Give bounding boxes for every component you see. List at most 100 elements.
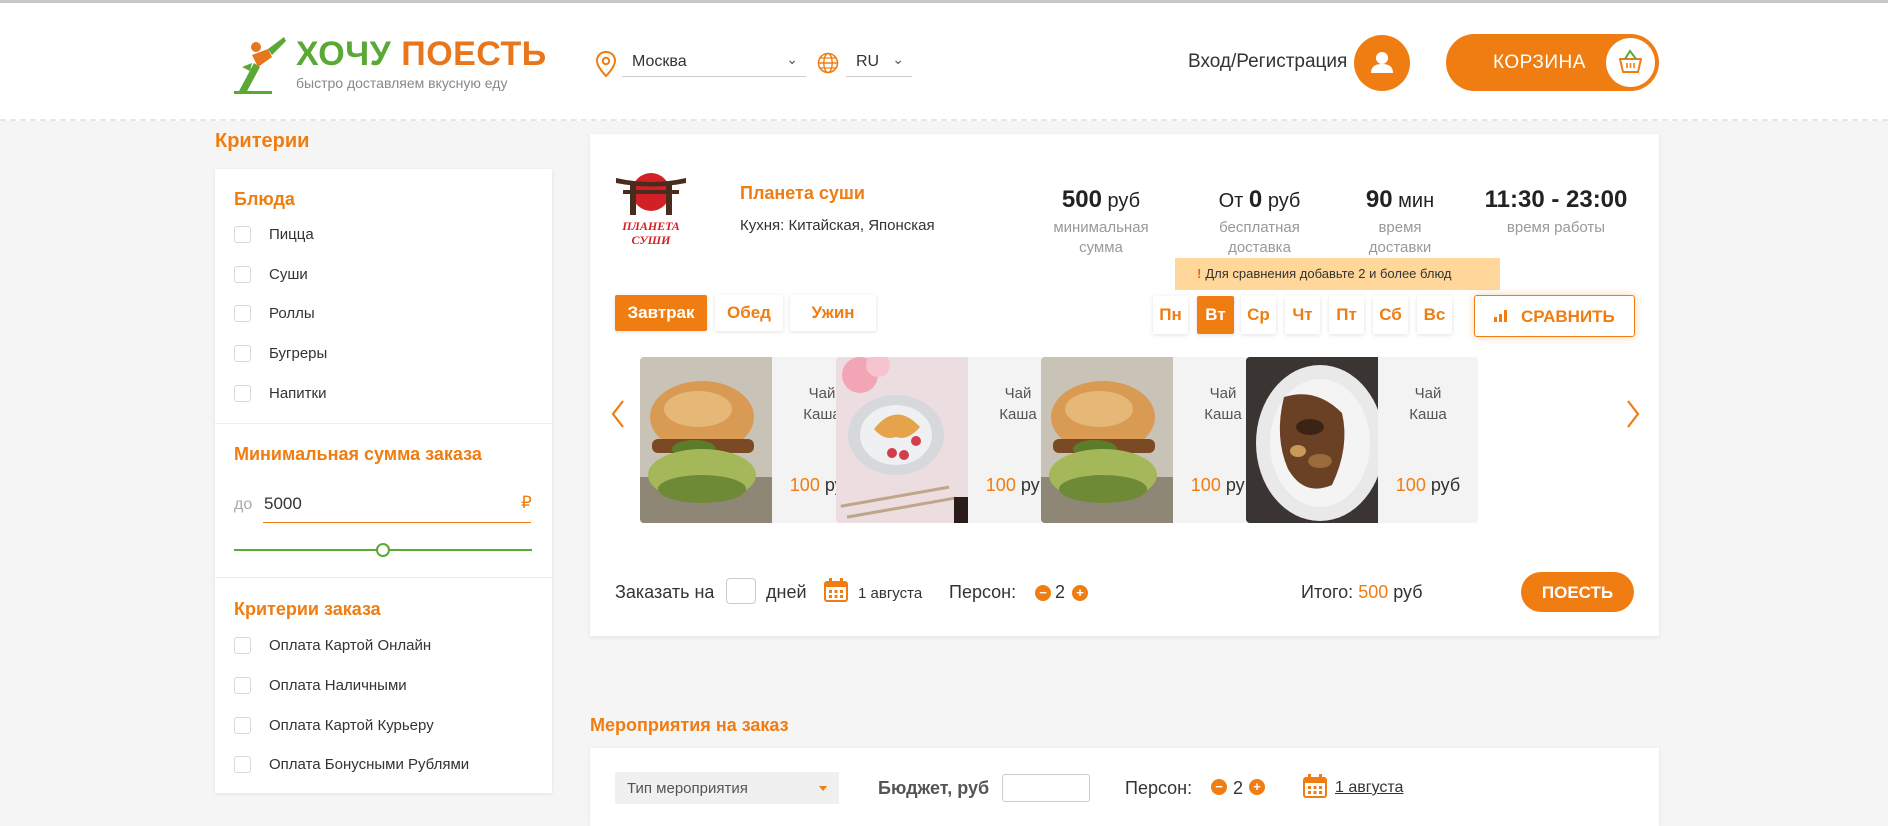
checkbox[interactable] bbox=[234, 755, 251, 773]
dish-card[interactable]: ЧайКаша 100 руб bbox=[1041, 357, 1273, 523]
checkbox[interactable] bbox=[234, 225, 251, 243]
filter-label: Суши bbox=[269, 265, 308, 283]
filter-pizza[interactable]: Пицца bbox=[234, 223, 314, 245]
stat-label: бесплатная доставка bbox=[1219, 219, 1300, 256]
day-sat[interactable]: Сб bbox=[1373, 296, 1408, 334]
price-value: 100 bbox=[1190, 475, 1221, 495]
restaurant-cuisine: Кухня: Китайская, Японская bbox=[740, 217, 935, 234]
filter-drinks[interactable]: Напитки bbox=[234, 382, 327, 404]
tab-breakfast[interactable]: Завтрак bbox=[615, 295, 707, 331]
event-type-select[interactable]: Тип мероприятия bbox=[615, 772, 839, 804]
filter-burgers[interactable]: Бугреры bbox=[234, 342, 327, 364]
price-value: 100 bbox=[1395, 475, 1426, 495]
eat-button[interactable]: ПОЕСТЬ bbox=[1521, 572, 1634, 612]
chevron-down-icon: ⌄ bbox=[786, 51, 798, 67]
stat-value: 90 bbox=[1365, 186, 1393, 213]
chevron-left-icon[interactable] bbox=[608, 398, 628, 430]
price-value: 100 bbox=[985, 475, 1016, 495]
filter-card-courier[interactable]: Оплата Картой Курьеру bbox=[234, 714, 434, 736]
days-input[interactable] bbox=[726, 578, 756, 604]
location-pin-icon bbox=[596, 51, 616, 77]
minus-button[interactable]: − bbox=[1035, 585, 1051, 601]
compare-label: СРАВНИТЬ bbox=[1521, 307, 1615, 326]
cart-button[interactable]: КОРЗИНА bbox=[1446, 34, 1659, 91]
minus-button[interactable]: − bbox=[1211, 779, 1227, 795]
day-mon[interactable]: Пн bbox=[1153, 296, 1188, 334]
filter-label: Бугреры bbox=[269, 344, 328, 362]
order-criteria-heading: Критерии заказа bbox=[234, 599, 381, 619]
stat-label: время работы bbox=[1506, 219, 1606, 236]
slider-handle[interactable] bbox=[376, 543, 390, 557]
checkbox[interactable] bbox=[234, 676, 251, 694]
filter-rolls[interactable]: Роллы bbox=[234, 302, 315, 324]
croissant-photo bbox=[836, 357, 968, 523]
stat-unit: руб bbox=[1267, 190, 1301, 212]
calendar-icon[interactable] bbox=[1302, 773, 1328, 799]
user-account-button[interactable] bbox=[1354, 35, 1410, 91]
filter-label: Напитки bbox=[269, 384, 327, 402]
dishes-heading: Блюда bbox=[234, 189, 295, 209]
checkbox[interactable] bbox=[234, 344, 251, 362]
budget-input[interactable] bbox=[1002, 774, 1090, 802]
login-link[interactable]: Вход/Регистрация bbox=[1188, 51, 1347, 73]
dish-card[interactable]: ЧайКаша 100 руб bbox=[1246, 357, 1478, 523]
tooltip-text: Для сравнения добавьте 2 и более блюд bbox=[1205, 266, 1452, 281]
price-currency: руб bbox=[1430, 475, 1461, 495]
restaurant-name[interactable]: Планета суши bbox=[740, 183, 865, 204]
stat-value: 0 bbox=[1248, 186, 1263, 213]
event-persons-label: Персон: bbox=[1125, 778, 1193, 798]
checkbox[interactable] bbox=[234, 636, 251, 654]
total-label: Итого: bbox=[1301, 582, 1354, 602]
event-type-value: Тип мероприятия bbox=[627, 780, 748, 797]
divider bbox=[215, 577, 552, 578]
dish-card[interactable]: ЧайКаша 100 руб bbox=[836, 357, 1068, 523]
calendar-icon[interactable] bbox=[823, 577, 849, 603]
min-sum-input[interactable]: 5000 bbox=[264, 494, 302, 514]
day-thu[interactable]: Чт bbox=[1285, 296, 1320, 334]
restaurant-logo[interactable]: ПЛАНЕТА СУШИ bbox=[614, 166, 688, 252]
events-panel: Тип мероприятия Бюджет, руб Персон: − 2 … bbox=[590, 748, 1659, 826]
filter-card-online[interactable]: Оплата Картой Онлайн bbox=[234, 634, 431, 656]
checkbox[interactable] bbox=[234, 304, 251, 322]
chevron-right-icon[interactable] bbox=[1623, 398, 1643, 430]
day-tue[interactable]: Вт bbox=[1197, 296, 1234, 334]
stat-prefix: От bbox=[1218, 190, 1244, 212]
filter-bonus-rubles[interactable]: Оплата Бонусными Рублями bbox=[234, 753, 469, 775]
persons-label: Персон: bbox=[949, 582, 1017, 602]
tab-lunch[interactable]: Обед bbox=[715, 295, 783, 331]
logo-name: ХОЧУ ПОЕСТЬ bbox=[296, 35, 547, 73]
filter-cash[interactable]: Оплата Наличными bbox=[234, 674, 407, 696]
stat-unit: мин bbox=[1398, 190, 1435, 212]
day-sun[interactable]: Вс bbox=[1417, 296, 1452, 334]
filter-label: Роллы bbox=[269, 304, 315, 322]
plus-button[interactable]: + bbox=[1072, 585, 1088, 601]
dish-name: Чай bbox=[1414, 385, 1442, 402]
warning-icon: ! bbox=[1197, 266, 1202, 281]
tab-dinner[interactable]: Ужин bbox=[790, 295, 876, 331]
stat-min-sum: 500 руб минимальная сумма bbox=[1045, 186, 1157, 258]
events-title: Мероприятия на заказ bbox=[590, 715, 789, 735]
checkbox[interactable] bbox=[234, 384, 251, 402]
basket-icon bbox=[1606, 38, 1655, 87]
order-date[interactable]: 1 августа bbox=[858, 585, 922, 602]
city-select[interactable]: Москва ⌄ bbox=[622, 47, 806, 77]
restaurant-card: ПЛАНЕТА СУШИ Планета суши Кухня: Китайск… bbox=[590, 134, 1659, 636]
day-fri[interactable]: Пт bbox=[1329, 296, 1364, 334]
city-value: Москва bbox=[632, 53, 687, 70]
compare-button[interactable]: СРАВНИТЬ bbox=[1474, 295, 1635, 337]
bar-chart-icon bbox=[1494, 310, 1507, 322]
filter-sushi[interactable]: Суши bbox=[234, 263, 308, 285]
checkbox[interactable] bbox=[234, 265, 251, 283]
language-select[interactable]: RU ⌄ bbox=[846, 47, 912, 77]
budget-label: Бюджет, руб bbox=[878, 778, 990, 798]
checkbox[interactable] bbox=[234, 716, 251, 734]
stat-value: 500 bbox=[1061, 186, 1102, 213]
event-date[interactable]: 1 августа bbox=[1335, 779, 1403, 797]
site-header: ХОЧУ ПОЕСТЬ быстро доставляем вкусную ед… bbox=[0, 3, 1888, 121]
day-wed[interactable]: Ср bbox=[1241, 296, 1276, 334]
min-sum-prefix: до bbox=[234, 496, 253, 513]
site-logo[interactable]: ХОЧУ ПОЕСТЬ быстро доставляем вкусную ед… bbox=[232, 31, 546, 97]
filter-label: Оплата Наличными bbox=[269, 676, 407, 694]
stat-hours: 11:30 - 23:00 время работы bbox=[1476, 186, 1636, 238]
plus-button[interactable]: + bbox=[1249, 779, 1265, 795]
